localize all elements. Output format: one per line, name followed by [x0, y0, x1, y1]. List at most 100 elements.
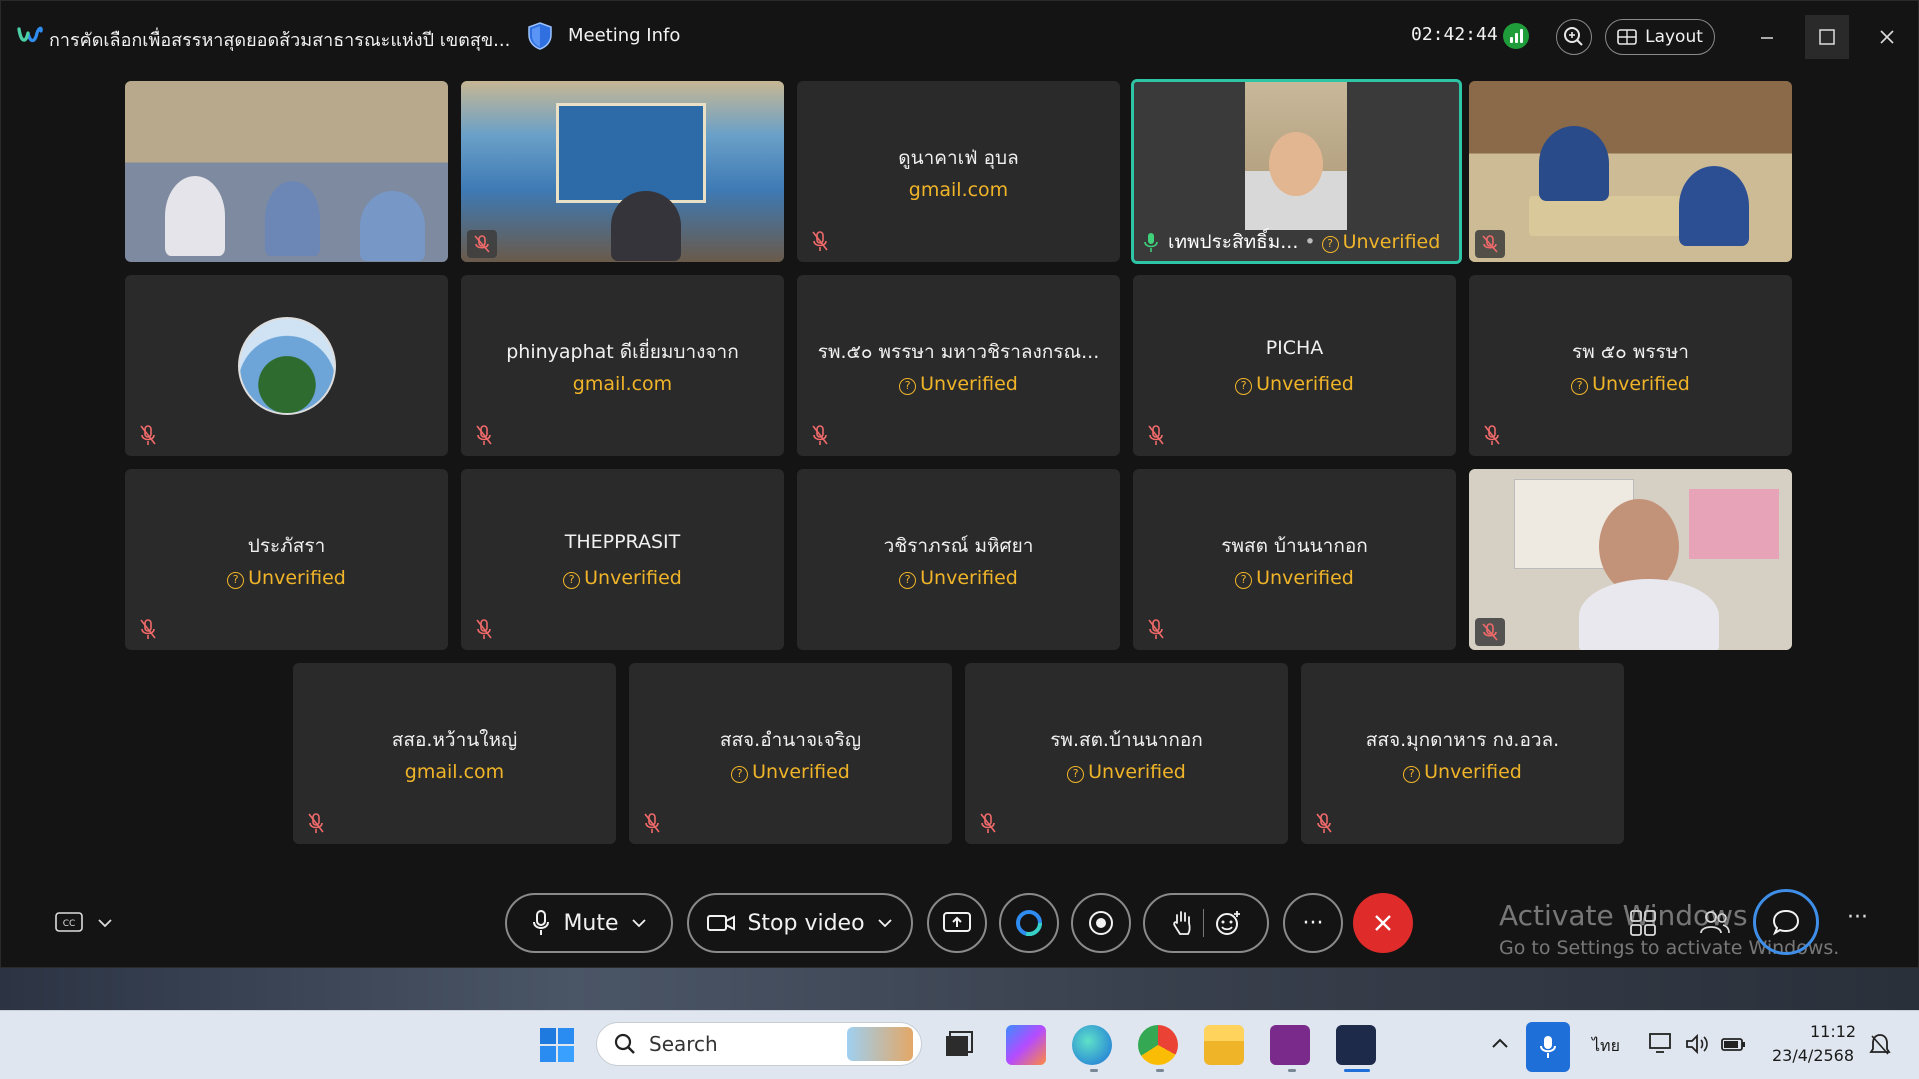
windows-start-icon[interactable] [538, 1026, 576, 1064]
close-window-button[interactable] [1865, 15, 1909, 59]
volume-icon[interactable] [1684, 1032, 1710, 1056]
mute-label: Mute [563, 910, 619, 936]
meeting-info-link[interactable]: Meeting Info [568, 25, 680, 46]
emoji-reaction-icon[interactable] [1214, 909, 1242, 937]
more-panels-button[interactable]: ··· [1847, 905, 1868, 930]
chrome-browser-icon[interactable] [1138, 1025, 1178, 1065]
more-options-button[interactable]: ··· [1283, 893, 1343, 953]
layout-button[interactable]: Layout [1605, 19, 1715, 55]
participant-name: รพ.๕๐ พรรษา มหาวชิราลงกรณ... [817, 341, 1100, 363]
magnifier-plus-icon [1564, 27, 1583, 46]
chat-button[interactable] [1753, 889, 1819, 955]
maximize-button[interactable] [1805, 15, 1849, 59]
mute-button[interactable]: Mute [505, 893, 673, 953]
zoom-button[interactable] [1556, 19, 1592, 55]
search-label: Search [649, 1032, 718, 1056]
close-icon [1375, 915, 1391, 931]
network-signal-icon[interactable] [1503, 23, 1529, 49]
notification-bell-icon[interactable] [1868, 1032, 1892, 1058]
question-icon: ? [1571, 378, 1589, 395]
participant-tile[interactable] [125, 81, 448, 262]
participant-tile[interactable]: phinyaphat ดีเยี่ยมบางจาก gmail.com [461, 275, 784, 456]
closed-captions-button[interactable]: CC [55, 909, 119, 937]
muted-mic-icon [476, 619, 492, 639]
participant-tile[interactable]: รพสต บ้านนากอก ? Unverified [1133, 469, 1456, 650]
taskbar-clock-date[interactable]: 23/4/2568 [1772, 1046, 1854, 1065]
participant-tile[interactable]: ประภัสรา ? Unverified [125, 469, 448, 650]
muted-mic-icon [1475, 618, 1505, 646]
webex-taskbar-icon[interactable] [1336, 1025, 1376, 1065]
more-options-label: ··· [1302, 910, 1324, 936]
participant-tile[interactable]: รพ.๕๐ พรรษา มหาวชิราลงกรณ... ? Unverified [797, 275, 1120, 456]
verification-status: Unverified [584, 567, 682, 589]
question-icon: ? [1321, 236, 1339, 253]
question-icon: ? [899, 572, 917, 589]
participant-tile[interactable]: ดูนาคาเฟ่ อุบล gmail.com [797, 81, 1120, 262]
chat-bubble-icon [1772, 909, 1800, 936]
question-icon: ? [1235, 572, 1253, 589]
microphone-in-use-button[interactable] [1526, 1022, 1570, 1072]
participant-tile[interactable] [1469, 469, 1792, 650]
participant-tile[interactable] [461, 81, 784, 262]
participant-tile[interactable] [125, 275, 448, 456]
participant-tile[interactable]: สสอ.หว้านใหญ่ gmail.com [293, 663, 616, 844]
muted-mic-icon [140, 619, 156, 639]
verification-status: Unverified [920, 373, 1018, 395]
task-view-icon[interactable] [942, 1028, 976, 1062]
leave-meeting-button[interactable] [1353, 893, 1413, 953]
muted-mic-icon [467, 230, 497, 258]
participant-tile[interactable]: THEPPRASIT ? Unverified [461, 469, 784, 650]
shield-icon[interactable] [526, 21, 554, 51]
ai-assistant-button[interactable] [999, 893, 1059, 953]
taskbar-search-box[interactable]: Search [596, 1022, 922, 1066]
muted-mic-icon [812, 231, 828, 251]
close-icon [1880, 30, 1894, 44]
battery-icon[interactable] [1720, 1032, 1748, 1056]
participant-tile[interactable]: วชิราภรณ์ มหิศยา ? Unverified [797, 469, 1120, 650]
chevron-down-icon [631, 919, 646, 928]
desktop-wallpaper [0, 968, 1919, 1010]
taskbar-clock-time[interactable]: 11:12 [1810, 1022, 1856, 1041]
share-screen-icon [943, 912, 971, 932]
participant-name: รพ ๕๐ พรรษา [1572, 341, 1689, 363]
share-screen-button[interactable] [927, 893, 987, 953]
participant-name: สสจ.มุกดาหาร กง.อวล. [1365, 729, 1560, 751]
participant-name: phinyaphat ดีเยี่ยมบางจาก [506, 341, 739, 363]
participant-tile[interactable]: รพ ๕๐ พรรษา ? Unverified [1469, 275, 1792, 456]
participant-name: ดูนาคาเฟ่ อุบล [898, 147, 1019, 169]
verification-status: Unverified [920, 567, 1018, 589]
participant-tile[interactable]: สสจ.มุกดาหาร กง.อวล. ? Unverified [1301, 663, 1624, 844]
record-button[interactable] [1071, 893, 1131, 953]
participant-tile[interactable]: รพ.สต.บ้านนากอก ? Unverified [965, 663, 1288, 844]
question-icon: ? [1403, 766, 1421, 783]
file-explorer-icon[interactable] [1204, 1025, 1244, 1065]
participant-name: รพ.สต.บ้านนากอก [1050, 729, 1203, 751]
running-indicator [1156, 1069, 1164, 1072]
reactions-group [1143, 893, 1269, 953]
raise-hand-icon[interactable] [1171, 909, 1193, 937]
verification-status: Unverified [248, 567, 346, 589]
question-icon: ? [731, 766, 749, 783]
question-icon: ? [563, 572, 581, 589]
network-icon[interactable] [1648, 1032, 1674, 1056]
participant-tile[interactable] [1469, 81, 1792, 262]
edge-browser-icon[interactable] [1072, 1025, 1112, 1065]
layout-label: Layout [1645, 27, 1703, 47]
stop-video-button[interactable]: Stop video [687, 893, 913, 953]
minimize-button[interactable] [1745, 15, 1789, 59]
running-indicator [1288, 1069, 1296, 1072]
running-indicator [1090, 1069, 1098, 1072]
chevron-down-icon [877, 919, 892, 928]
participant-tile[interactable]: PICHA ? Unverified [1133, 275, 1456, 456]
active-speaker-tile[interactable]: เทพประสิทธิ์ม... • ? Unverified [1131, 79, 1462, 264]
copilot-icon[interactable] [1006, 1025, 1046, 1065]
participant-tile[interactable]: สสจ.อำนาจเจริญ ? Unverified [629, 663, 952, 844]
chevron-up-icon[interactable] [1490, 1034, 1510, 1054]
muted-mic-icon [644, 813, 660, 833]
meeting-timer: 02:42:44 [1411, 24, 1498, 45]
video-camera-icon [707, 915, 736, 931]
pdf-reader-icon[interactable] [1270, 1025, 1310, 1065]
input-language-indicator[interactable]: ไทย [1592, 1034, 1620, 1059]
search-highlight-image [847, 1027, 913, 1061]
verification-status: Unverified [752, 761, 850, 783]
